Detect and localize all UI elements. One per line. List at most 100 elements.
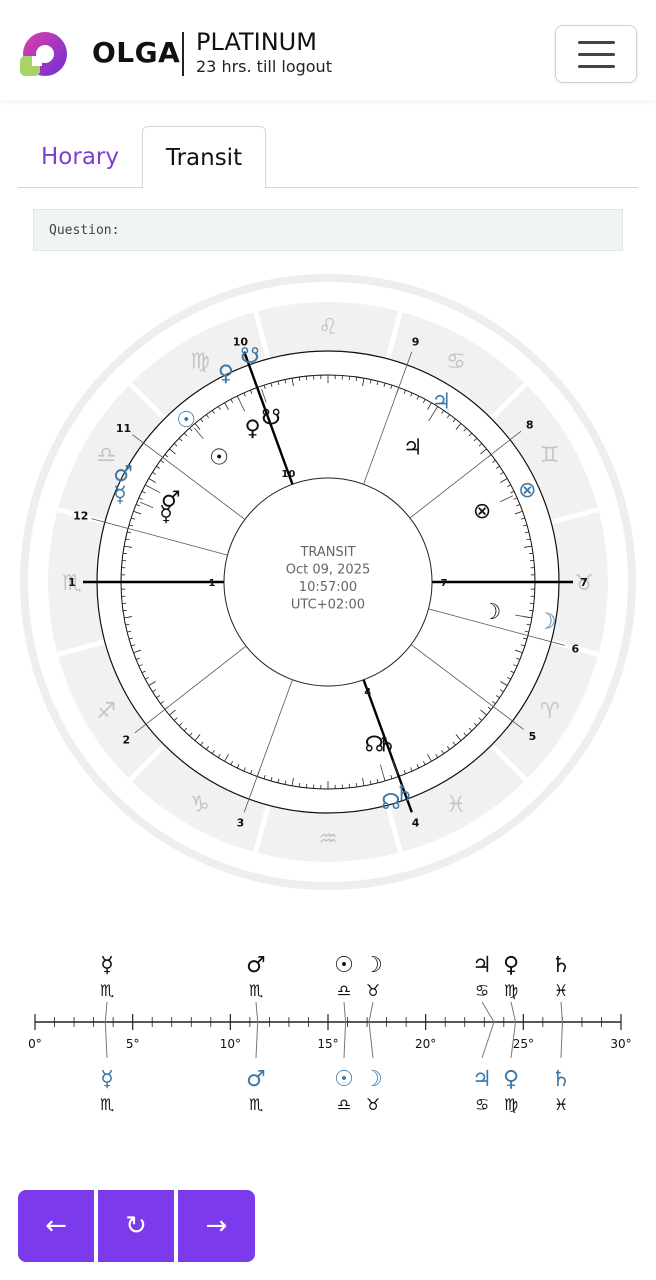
arrow-right-icon: → <box>205 1211 228 1241</box>
top-planet-4: ♃ <box>472 953 492 978</box>
top-sign-2: ♎ <box>337 981 351 1000</box>
top-connector-5 <box>510 1001 517 1023</box>
bottom-sign-2: ♎ <box>337 1095 351 1114</box>
ruler-label-4: 20° <box>415 1037 436 1051</box>
transit-chart-wheel: ♍ ♌ ♋ ♊ ♉ ♈ ♓ ♒ ♑ ♐ ♏ ♎ 1 2 3 4 5 6 7 8 9 10 11 12 1 4 7 10 TRANSIT O… <box>0 265 656 905</box>
transit-planet-4: ☋ <box>240 344 260 369</box>
bottom-connector-1 <box>255 1021 259 1059</box>
top-sign-5: ♍ <box>504 981 518 1000</box>
ruler-label-3: 15° <box>317 1037 338 1051</box>
inner-axis-label-3: 10 <box>281 469 295 480</box>
natal-planet-4: ☋ <box>261 406 281 431</box>
bottom-planet-3: ☽ <box>363 1067 383 1092</box>
degree-tick <box>122 609 128 612</box>
degree-tick <box>355 782 358 788</box>
top-planet-3: ☽ <box>363 953 383 978</box>
bottom-planet-6: ♄ <box>551 1067 571 1092</box>
top-sign-4: ♋ <box>475 981 489 1000</box>
zodiac-sign-6: ♓ <box>446 793 466 818</box>
bottom-connector-4 <box>481 1021 495 1059</box>
house-label-6: 6 <box>571 642 579 655</box>
inner-axis-label-0: 1 <box>209 578 216 589</box>
bottom-planet-1: ♂ <box>246 1067 266 1092</box>
natal-planet-9: ☊ <box>365 732 385 757</box>
ruler-label-0: 0° <box>28 1037 42 1051</box>
house-label-9: 9 <box>412 335 420 348</box>
natal-planet-3: ♀ <box>245 416 261 441</box>
zodiac-sign-9: ♐ <box>96 699 116 724</box>
top-connector-2 <box>343 1001 347 1023</box>
natal-planet-1: ♂ <box>161 487 181 512</box>
transit-planet-6: ⊗ <box>518 478 536 503</box>
top-planet-2: ☉ <box>334 953 354 978</box>
transit-planet-2: ☉ <box>176 408 196 433</box>
top-planet-5: ♀ <box>503 953 519 978</box>
top-connector-3 <box>368 1001 374 1023</box>
menu-button[interactable] <box>555 25 637 83</box>
top-planet-6: ♄ <box>551 953 571 978</box>
ruler-label-2: 10° <box>220 1037 241 1051</box>
transit-planet-9: ☊ <box>381 790 401 815</box>
bottom-sign-0: ♏ <box>100 1095 114 1114</box>
natal-planet-6: ⊗ <box>473 499 491 524</box>
house-label-5: 5 <box>529 730 537 743</box>
inner-axis-label-2: 7 <box>441 578 448 589</box>
degree-tick <box>122 552 128 555</box>
bottom-planet-4: ♃ <box>472 1067 492 1092</box>
reset-button[interactable]: ↻ <box>98 1190 174 1262</box>
chart-wheel-svg: ♍♌♋♊♉♈♓♒♑♐♏♎123 45678910111214710TRANSITO… <box>20 274 636 890</box>
zodiac-sign-1: ♌ <box>318 315 338 340</box>
house-label-12: 12 <box>73 510 88 523</box>
arrow-left-icon: ← <box>45 1211 67 1241</box>
degree-tick <box>355 376 358 382</box>
ruler-label-1: 5° <box>126 1037 140 1051</box>
degree-ruler: 0° 5° 10° 15° 20° 25° 30° ☿ ♏ ♂ ♏ ☉ ♎ ☽ ♉ ♃ ♋ ♀ ♍ ♄ ♓ ☿ ♏ ♂ ♏ ☉ ♎ ☽… <box>0 940 656 1130</box>
house-label-11: 11 <box>116 422 131 435</box>
top-sign-6: ♓ <box>554 981 568 1000</box>
transit-planet-1: ♂ <box>113 462 133 487</box>
degree-ruler-svg: 0° 5° 10° 15° 20° 25° 30° ☿ ♏ ♂ ♏ ☉ ♎ ☽ ♉ ♃ ♋ ♀ ♍ ♄ ♓ ☿ ♏ ♂ ♏ ☉ ♎ ☽… <box>28 953 631 1114</box>
plan-name: PLATINUM <box>196 28 317 56</box>
bottom-sign-6: ♓ <box>554 1095 568 1114</box>
bottom-sign-1: ♏ <box>249 1095 263 1114</box>
top-sign-1: ♏ <box>249 981 263 1000</box>
zodiac-sign-7: ♒ <box>318 827 338 852</box>
next-button[interactable]: → <box>178 1190 255 1262</box>
brand-divider <box>182 32 184 76</box>
hamburger-line <box>578 65 615 68</box>
reset-icon: ↻ <box>125 1211 147 1241</box>
hamburger-line <box>578 53 615 56</box>
degree-tick <box>298 376 301 382</box>
hamburger-menu-icon <box>578 41 615 44</box>
center-line-1: Oct 09, 2025 <box>286 563 371 578</box>
center-line-2: 10:57:00 <box>299 580 357 595</box>
degree-tick <box>528 552 534 555</box>
bottom-sign-5: ♍ <box>504 1095 518 1114</box>
bottom-connector-0 <box>104 1021 108 1059</box>
question-field[interactable]: Question: <box>33 209 623 251</box>
transit-planet-5: ♃ <box>432 390 452 415</box>
transit-planet-7: ☽ <box>537 610 557 635</box>
house-label-4: 4 <box>412 817 420 830</box>
ruler-label-5: 25° <box>513 1037 534 1051</box>
transit-planet-3: ♀ <box>218 362 234 387</box>
brand-name: OLGA <box>92 36 181 69</box>
ruler-label-6: 30° <box>610 1037 631 1051</box>
natal-planet-5: ♃ <box>403 435 423 460</box>
house-label-7: 7 <box>580 576 588 589</box>
top-planet-0: ☿ <box>100 953 114 978</box>
top-sign-0: ♏ <box>100 981 114 1000</box>
app-header: OLGA PLATINUM 23 hrs. till logout <box>0 0 656 100</box>
top-connector-4 <box>481 1001 495 1023</box>
house-label-1: 1 <box>68 576 76 589</box>
tab-transit[interactable]: Transit <box>142 126 266 189</box>
zodiac-sign-0: ♍ <box>190 349 210 374</box>
bottom-connector-2 <box>343 1021 347 1059</box>
top-sign-3: ♉ <box>366 981 380 1000</box>
olga-logo-icon <box>20 32 67 76</box>
top-connector-1 <box>255 1001 259 1023</box>
bottom-sign-4: ♋ <box>475 1095 489 1114</box>
previous-button[interactable]: ← <box>18 1190 94 1262</box>
natal-planet-2: ☉ <box>209 446 229 471</box>
tab-horary[interactable]: Horary <box>18 126 142 188</box>
